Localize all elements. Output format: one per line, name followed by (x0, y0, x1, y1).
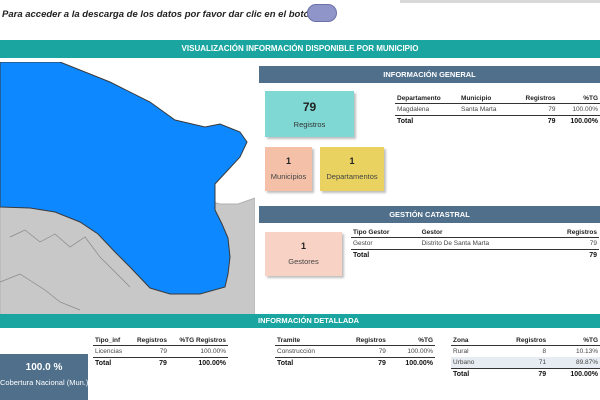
col-header[interactable]: Registros (511, 94, 558, 104)
table-cell: Construcción (277, 348, 315, 355)
page-title: VISUALIZACIÓN INFORMACIÓN DISPONIBLE POR… (0, 40, 600, 58)
zona-table-wrapper: Zona Registros %TG Rural 8 10.13% Urbano… (451, 336, 600, 380)
municipios-label: Municipios (270, 172, 307, 181)
registros-card: 79 Registros (265, 91, 354, 137)
registros-label: Registros (293, 120, 326, 129)
table-cell: 79 (159, 348, 167, 355)
table-cell: 100.00% (407, 348, 433, 355)
table-row[interactable]: Urbano 71 89.87% (451, 357, 600, 369)
col-header[interactable]: Tipo Gestor (351, 228, 420, 238)
table-cell: Total (351, 249, 420, 261)
table-total-row: Total 79 100.00% (395, 115, 600, 127)
table-cell: 79 (337, 357, 388, 369)
table-cell: 79 (511, 115, 558, 127)
table-row[interactable]: Licencias 79 100.00% (93, 346, 228, 358)
table-row[interactable]: Gestor Distrito De Santa Marta 79 (351, 238, 599, 250)
cadastral-panel: GESTIÓN CATASTRAL 1 Gestores Tipo Gestor… (259, 206, 600, 310)
col-header[interactable]: Registros (492, 336, 549, 346)
gestores-card: 1 Gestores (265, 232, 342, 276)
col-header[interactable]: %TG Registros (168, 336, 228, 346)
table-cell: 100.00% (557, 115, 600, 127)
table-cell: Magdalena (397, 106, 430, 113)
divider (400, 0, 600, 3)
coverage-value: 100.0 % (25, 362, 63, 373)
table-cell: Total (395, 115, 460, 127)
table-cell: Total (451, 368, 493, 380)
table-cell: 100.00% (387, 357, 435, 369)
table-row[interactable]: Rural 8 10.13% (451, 346, 600, 358)
table-cell (419, 249, 542, 261)
table-cell: Urbano (451, 357, 493, 369)
table-cell: 100.00% (572, 106, 598, 113)
col-header[interactable]: Zona (451, 336, 493, 346)
download-button[interactable] (307, 4, 337, 22)
table-cell: Licencias (95, 348, 123, 355)
col-header[interactable]: Departamento (395, 94, 460, 104)
table-cell: Total (93, 357, 130, 369)
table-cell: 79 (492, 368, 549, 380)
table-cell: 8 (542, 348, 547, 355)
departamentos-label: Departamentos (326, 172, 378, 181)
cadastral-table-wrapper: Tipo Gestor Gestor Registros Gestor Dist… (351, 228, 599, 261)
cadastral-title: GESTIÓN CATASTRAL (259, 206, 600, 223)
table-total-row: Total 79 100.00% (275, 357, 435, 369)
departamentos-card: 1 Departamentos (320, 147, 384, 191)
table-total-row: Total 79 (351, 249, 599, 261)
table-cell: 79 (378, 348, 386, 355)
coverage-label: Cobertura Nacional (Mun.) (0, 378, 89, 387)
general-info-title: INFORMACIÓN GENERAL (259, 66, 600, 83)
table-cell: 89.87% (548, 357, 600, 369)
departamentos-value: 1 (349, 156, 355, 166)
table-cell: Total (275, 357, 338, 369)
table-cell: 100.00% (548, 368, 600, 380)
table-cell: Santa Marta (461, 106, 497, 113)
detailed-info-title: INFORMACIÓN DETALLADA (0, 314, 600, 328)
col-header[interactable]: Municipio (459, 94, 512, 104)
table-cell (459, 115, 512, 127)
table-cell: Distrito De Santa Marta (421, 240, 490, 247)
tipo-inf-table-wrapper: Tipo_inf Registros %TG Registros Licenci… (93, 336, 228, 369)
tramite-table: Tramite Registros %TG Construcción 79 10… (275, 336, 435, 369)
tipo-inf-table: Tipo_inf Registros %TG Registros Licenci… (93, 336, 228, 369)
general-table: Departamento Municipio Registros %TG Mag… (395, 94, 600, 127)
col-header[interactable]: Tipo_inf (93, 336, 130, 346)
gestores-label: Gestores (288, 257, 319, 266)
table-row[interactable]: Magdalena Santa Marta 79 100.00% (395, 104, 600, 116)
zona-table: Zona Registros %TG Rural 8 10.13% Urbano… (451, 336, 600, 380)
table-cell: 71 (492, 357, 549, 369)
municipios-card: 1 Municipios (265, 147, 312, 191)
col-header[interactable]: Registros (129, 336, 169, 346)
general-table-wrapper: Departamento Municipio Registros %TG Mag… (395, 94, 600, 127)
table-row[interactable]: Construcción 79 100.00% (275, 346, 435, 358)
col-header[interactable]: Gestor (419, 228, 542, 238)
col-header[interactable]: Registros (541, 228, 599, 238)
table-cell: Gestor (353, 240, 373, 247)
col-header[interactable]: %TG (557, 94, 600, 104)
municipality-map[interactable] (0, 62, 255, 322)
table-cell: 79 (548, 106, 556, 113)
general-info-panel: INFORMACIÓN GENERAL 79 Registros 1 Munic… (259, 66, 600, 196)
top-bar: Para acceder a la descarga de los datos … (0, 0, 600, 34)
table-cell: 79 (129, 357, 169, 369)
municipios-value: 1 (285, 156, 291, 166)
tramite-table-wrapper: Tramite Registros %TG Construcción 79 10… (275, 336, 435, 369)
download-hint: Para acceder a la descarga de los datos … (2, 9, 316, 20)
table-cell: 100.00% (200, 348, 226, 355)
col-header[interactable]: %TG (548, 336, 600, 346)
coverage-card: 100.0 % Cobertura Nacional (Mun.) (0, 354, 88, 400)
table-cell: 100.00% (168, 357, 228, 369)
table-cell: 10.13% (575, 348, 598, 355)
table-cell: 79 (589, 240, 597, 247)
col-header[interactable]: Registros (337, 336, 388, 346)
table-cell: Rural (453, 348, 469, 355)
table-total-row: Total 79 100.00% (93, 357, 228, 369)
table-total-row: Total 79 100.00% (451, 368, 600, 380)
gestores-value: 1 (300, 241, 306, 251)
map-svg[interactable] (0, 62, 255, 322)
col-header[interactable]: %TG (387, 336, 435, 346)
registros-value: 79 (302, 100, 317, 114)
table-cell: 79 (541, 249, 599, 261)
cadastral-table: Tipo Gestor Gestor Registros Gestor Dist… (351, 228, 599, 261)
col-header[interactable]: Tramite (275, 336, 338, 346)
